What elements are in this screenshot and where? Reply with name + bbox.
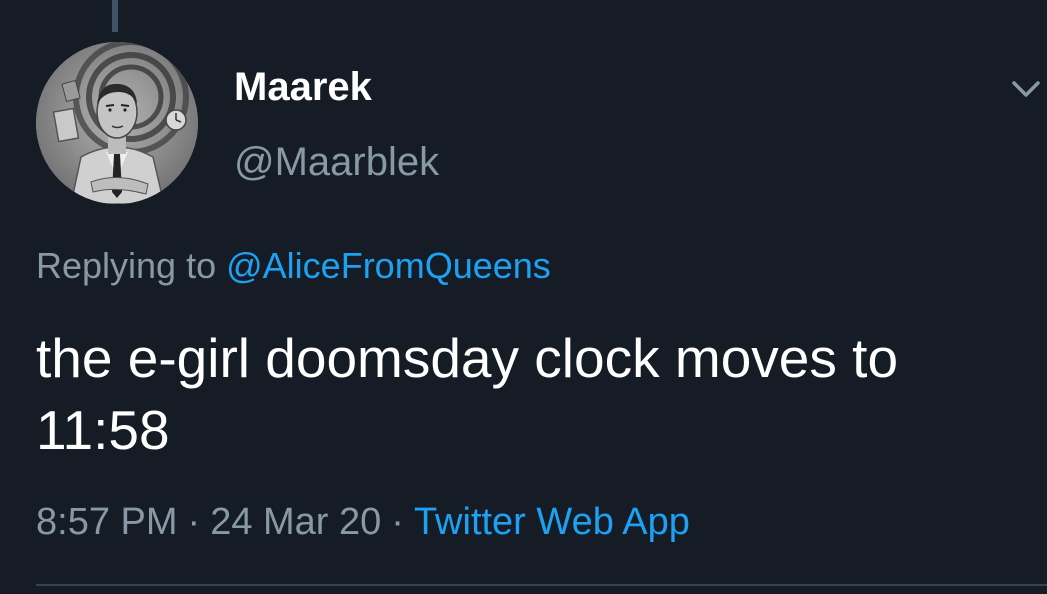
chevron-down-icon <box>1012 81 1040 97</box>
avatar-image <box>36 42 198 204</box>
author-display-name[interactable]: Maarek <box>234 64 372 110</box>
replying-to-label: Replying to <box>36 245 217 286</box>
tweet-time[interactable]: 8:57 PM <box>36 501 178 543</box>
tweet-source-link[interactable]: Twitter Web App <box>414 501 690 543</box>
tweet-text: the e-girl doomsday clock moves to 11:58 <box>36 327 899 461</box>
author-handle[interactable]: @Maarblek <box>234 139 439 185</box>
tweet-metadata: 8:57 PM · 24 Mar 20 · Twitter Web App <box>36 498 690 546</box>
avatar[interactable] <box>36 42 198 204</box>
more-options-button[interactable] <box>1006 68 1046 108</box>
divider <box>36 584 1047 586</box>
replying-to-mention-link[interactable]: @AliceFromQueens <box>226 245 551 286</box>
tweet-date[interactable]: 24 Mar 20 <box>210 501 381 543</box>
meta-separator: · <box>391 501 404 543</box>
thread-connector-line <box>112 0 118 32</box>
meta-separator: · <box>187 501 201 543</box>
replying-to-line: Replying to @AliceFromQueens <box>36 244 551 288</box>
